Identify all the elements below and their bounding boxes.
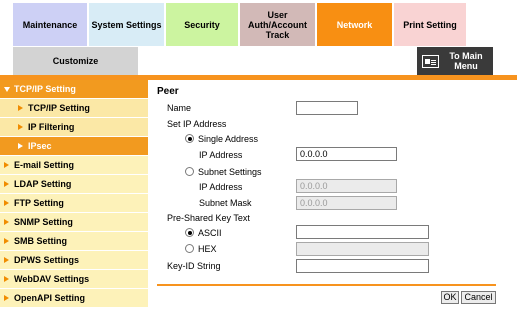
sidebar-item-label: OpenAPI Setting [14, 293, 86, 303]
hex-key-field[interactable] [296, 242, 429, 256]
form-divider [157, 284, 496, 286]
hex-radio[interactable] [185, 244, 194, 253]
main-menu-icon [422, 54, 439, 68]
sidebar-item-tcpip-setting[interactable]: TCP/IP Setting [0, 99, 148, 118]
to-main-menu-button[interactable]: To Main Menu [417, 47, 493, 75]
tab-label-line: User [267, 9, 288, 20]
sidebar-item-label: FTP Setting [14, 198, 64, 208]
ascii-radio[interactable] [185, 228, 194, 237]
hex-label: HEX [198, 244, 217, 254]
subnet-mask-label: Subnet Mask [199, 198, 252, 208]
sidebar: TCP/IP Setting TCP/IP Setting IP Filteri… [0, 80, 148, 308]
sidebar-item-label: SNMP Setting [14, 217, 73, 227]
sidebar-item-email-setting[interactable]: E-mail Setting [0, 156, 148, 175]
sidebar-item-ipsec[interactable]: IPsec [0, 137, 148, 156]
label-line: Menu [454, 61, 478, 71]
sidebar-item-label: SMB Setting [14, 236, 67, 246]
tab-print-setting[interactable]: Print Setting [394, 3, 466, 46]
chevron-right-icon [4, 238, 9, 244]
sidebar-item-label: TCP/IP Setting [28, 103, 90, 113]
name-label: Name [167, 103, 192, 113]
label-line: To Main [449, 51, 483, 61]
sidebar-item-dpws-settings[interactable]: DPWS Settings [0, 251, 148, 270]
to-main-menu-label: To Main Menu [439, 51, 493, 71]
single-ip-address-label: IP Address [199, 150, 243, 160]
sidebar-item-ftp-setting[interactable]: FTP Setting [0, 194, 148, 213]
single-address-radio[interactable] [185, 134, 194, 143]
chevron-right-icon [18, 105, 23, 111]
sidebar-item-ip-filtering[interactable]: IP Filtering [0, 118, 148, 137]
tab-security[interactable]: Security [166, 3, 238, 46]
subnet-ip-address-field[interactable] [296, 179, 397, 193]
sidebar-item-openapi-setting[interactable]: OpenAPI Setting [0, 289, 148, 308]
sidebar-item-label: DPWS Settings [14, 255, 80, 265]
single-address-label: Single Address [198, 134, 259, 144]
pre-shared-key-label: Pre-Shared Key Text [167, 213, 250, 223]
subnet-mask-field[interactable] [296, 196, 397, 210]
tab-label: System Settings [91, 19, 162, 30]
key-id-string-label: Key-ID String [167, 261, 221, 271]
sidebar-item-snmp-setting[interactable]: SNMP Setting [0, 213, 148, 232]
sidebar-item-webdav-settings[interactable]: WebDAV Settings [0, 270, 148, 289]
sidebar-item-label: LDAP Setting [14, 179, 72, 189]
chevron-right-icon [4, 181, 9, 187]
ascii-label: ASCII [198, 228, 222, 238]
tab-label: Maintenance [22, 19, 78, 30]
subnet-ip-address-label: IP Address [199, 182, 243, 192]
tab-label: Security [184, 19, 220, 30]
tab-system-settings[interactable]: System Settings [89, 3, 164, 46]
name-field[interactable] [296, 101, 358, 115]
chevron-right-icon [18, 124, 23, 130]
sidebar-item-label: E-mail Setting [14, 160, 75, 170]
sidebar-item-label: WebDAV Settings [14, 274, 90, 284]
chevron-down-icon [4, 86, 10, 92]
sidebar-item-smb-setting[interactable]: SMB Setting [0, 232, 148, 251]
single-ip-address-field[interactable] [296, 147, 397, 161]
sidebar-item-ldap-setting[interactable]: LDAP Setting [0, 175, 148, 194]
tab-label: Network [336, 19, 373, 30]
page-title: Peer [157, 86, 179, 97]
tab-customize[interactable]: Customize [13, 47, 138, 75]
tab-label: User Auth/Account Track [248, 10, 307, 40]
subnet-settings-radio[interactable] [185, 167, 194, 176]
chevron-right-icon [4, 276, 9, 282]
chevron-right-icon [18, 143, 23, 149]
tab-label: Print Setting [403, 19, 457, 30]
tab-user-auth-account-track[interactable]: User Auth/Account Track [240, 3, 315, 46]
chevron-right-icon [4, 257, 9, 263]
key-id-string-field[interactable] [296, 259, 429, 273]
ascii-key-field[interactable] [296, 225, 429, 239]
tab-network[interactable]: Network [317, 3, 392, 46]
sidebar-item-label: IP Filtering [28, 122, 75, 132]
ok-button[interactable]: OK [441, 291, 459, 304]
tab-maintenance[interactable]: Maintenance [13, 3, 87, 46]
chevron-right-icon [4, 200, 9, 206]
chevron-right-icon [4, 162, 9, 168]
chevron-right-icon [4, 295, 9, 301]
sidebar-item-label: IPsec [28, 141, 52, 151]
tab-label: Customize [52, 56, 99, 66]
sidebar-item-tcpip-setting-group[interactable]: TCP/IP Setting [0, 80, 148, 99]
tab-label-line: Track [265, 29, 290, 40]
chevron-right-icon [4, 219, 9, 225]
sidebar-item-label: TCP/IP Setting [14, 84, 76, 94]
tab-label-line: Auth/Account [248, 19, 307, 30]
subnet-settings-label: Subnet Settings [198, 167, 262, 177]
cancel-button[interactable]: Cancel [461, 291, 496, 304]
set-ip-address-label: Set IP Address [167, 119, 227, 129]
